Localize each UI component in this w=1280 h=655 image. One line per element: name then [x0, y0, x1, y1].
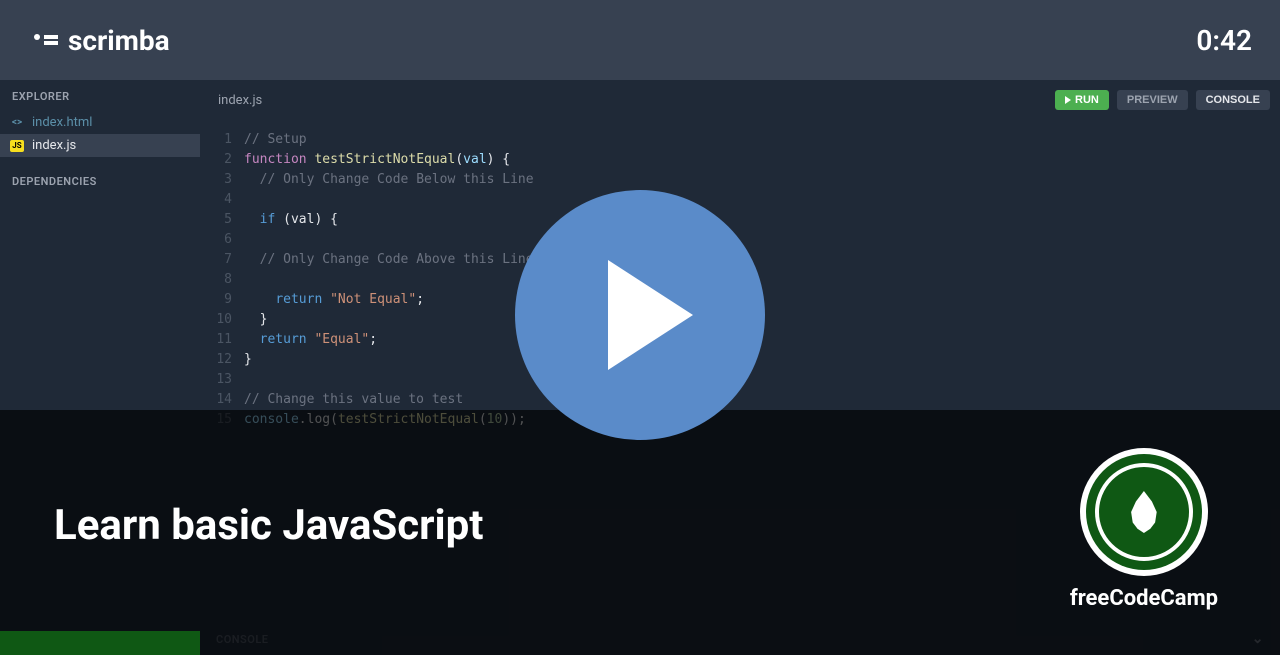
- file-name-label: index.html: [32, 115, 92, 130]
- file-list: <> index.html JS index.js: [0, 111, 200, 157]
- html-file-icon: <>: [10, 116, 24, 130]
- freecodecamp-flame-icon: [1128, 491, 1160, 533]
- run-button[interactable]: RUN: [1055, 90, 1109, 110]
- play-icon: [1065, 96, 1071, 104]
- file-item-index-js[interactable]: JS index.js: [0, 134, 200, 157]
- header: scrimba 0:42: [0, 0, 1280, 80]
- scrimba-logo[interactable]: scrimba: [34, 24, 170, 57]
- file-name-label: index.js: [32, 138, 76, 153]
- scrimba-logo-icon: [34, 31, 58, 49]
- explorer-heading: EXPLORER: [0, 80, 200, 111]
- run-button-label: RUN: [1075, 94, 1099, 106]
- bottom-status-bar: [0, 631, 200, 655]
- video-time: 0:42: [1196, 24, 1252, 57]
- instructor-avatar[interactable]: [1080, 448, 1208, 576]
- js-file-icon: JS: [10, 140, 24, 152]
- instructor-name: freeCodeCamp: [1070, 586, 1218, 611]
- code-content: // Setupfunction testStrictNotEqual(val)…: [244, 130, 534, 430]
- play-button[interactable]: [515, 190, 765, 440]
- file-item-index-html[interactable]: <> index.html: [0, 111, 200, 134]
- course-title: Learn basic JavaScript: [54, 501, 484, 550]
- current-filename: index.js: [210, 93, 262, 108]
- editor-top-bar: index.js RUN PREVIEW CONSOLE: [200, 80, 1280, 120]
- editor-buttons: RUN PREVIEW CONSOLE: [1055, 90, 1270, 110]
- preview-button[interactable]: PREVIEW: [1117, 90, 1188, 110]
- instructor-badge: freeCodeCamp: [1070, 448, 1218, 611]
- dependencies-heading: DEPENDENCIES: [0, 157, 200, 198]
- brand-name: scrimba: [68, 24, 170, 57]
- line-numbers: 123456789101112131415: [200, 130, 244, 430]
- console-button[interactable]: CONSOLE: [1196, 90, 1270, 110]
